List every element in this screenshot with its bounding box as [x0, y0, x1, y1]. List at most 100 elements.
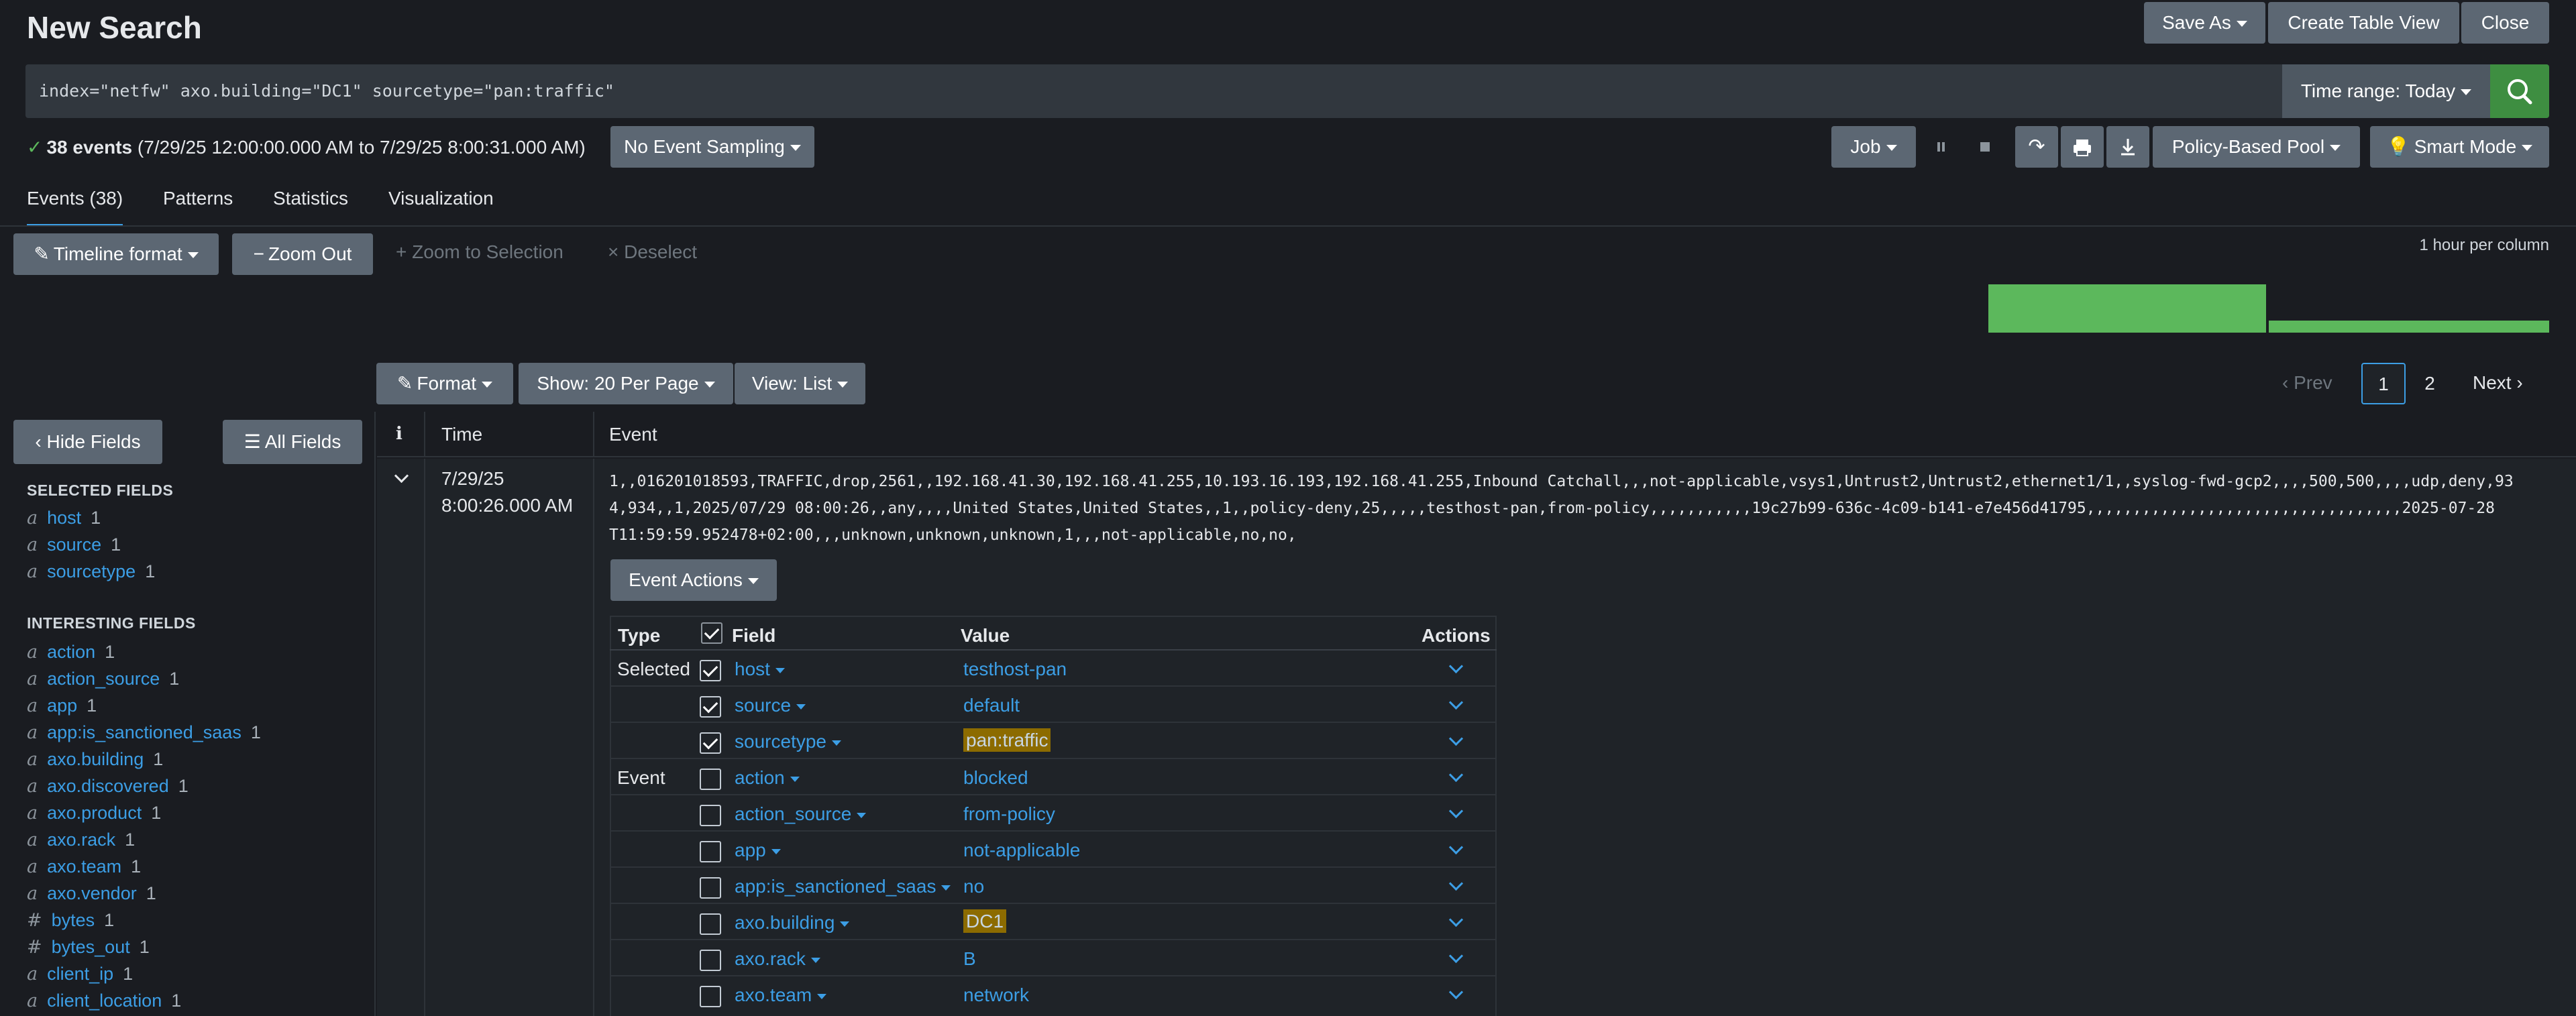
tab-patterns[interactable]: Patterns — [163, 188, 233, 209]
field-name[interactable]: source — [735, 695, 806, 716]
all-fields-button[interactable]: ☰ All Fields — [223, 420, 362, 464]
tabs-divider — [0, 225, 2576, 227]
timeline-format-button[interactable]: ✎ Timeline format — [13, 233, 219, 275]
time-column-header[interactable]: Time — [441, 424, 482, 445]
per-page-dropdown[interactable]: Show: 20 Per Page — [519, 363, 733, 404]
time-range-picker[interactable]: Time range: Today — [2282, 64, 2490, 118]
pause-icon[interactable] — [1925, 126, 1956, 168]
search-button[interactable] — [2490, 64, 2549, 118]
field-item[interactable]: # bytes 1 — [27, 907, 114, 934]
page-2-button[interactable]: 2 — [2415, 363, 2445, 404]
pencil-icon: ✎ — [396, 373, 413, 394]
field-value[interactable]: no — [963, 876, 984, 897]
field-name[interactable]: axo.building — [735, 912, 850, 934]
field-item[interactable]: a app:is_sanctioned_saas 1 — [27, 719, 261, 746]
field-item[interactable]: a action 1 — [27, 638, 115, 665]
field-name[interactable]: axo.team — [735, 984, 827, 1006]
field-name[interactable]: app — [735, 840, 781, 861]
tab-events[interactable]: Events (38) — [27, 188, 123, 227]
field-checkbox[interactable] — [700, 913, 721, 935]
field-item[interactable]: a sourcetype 1 — [27, 558, 155, 585]
field-item[interactable]: a host 1 — [27, 504, 101, 531]
check-icon: ✓ — [27, 137, 43, 158]
field-value[interactable]: DC1 — [963, 909, 1007, 933]
field-checkbox[interactable] — [700, 877, 721, 899]
stop-icon[interactable] — [1970, 126, 2000, 168]
field-checkbox[interactable] — [700, 660, 721, 681]
zoom-out-button[interactable]: − Zoom Out — [232, 233, 373, 275]
histogram-bar[interactable] — [2269, 321, 2549, 333]
field-checkbox[interactable] — [700, 732, 721, 754]
deselect-button[interactable]: × Deselect — [608, 241, 697, 263]
field-value[interactable]: default — [963, 695, 1020, 716]
next-page-button[interactable]: Next › — [2473, 372, 2523, 394]
field-item[interactable]: a axo.rack 1 — [27, 826, 135, 853]
timeline-histogram[interactable] — [1988, 275, 2551, 333]
zoom-to-selection-button[interactable]: + Zoom to Selection — [396, 241, 564, 263]
field-checkbox[interactable] — [700, 696, 721, 718]
field-group-label: Event — [617, 767, 665, 788]
print-button[interactable] — [2061, 126, 2104, 168]
field-name[interactable]: action_source — [735, 803, 867, 825]
field-checkbox[interactable] — [700, 841, 721, 862]
field-item[interactable]: a axo.discovered 1 — [27, 773, 189, 799]
field-name[interactable]: host — [735, 659, 785, 680]
event-actions-button[interactable]: Event Actions — [610, 559, 777, 601]
field-column-header: Field — [732, 625, 776, 646]
view-dropdown[interactable]: View: List — [735, 363, 865, 404]
tab-visualization[interactable]: Visualization — [388, 188, 494, 209]
event-time[interactable]: 8:00:26.000 AM — [441, 495, 573, 516]
field-checkbox[interactable] — [700, 769, 721, 790]
search-icon — [2508, 79, 2532, 105]
field-name[interactable]: action — [735, 767, 800, 789]
format-button[interactable]: ✎ Format — [376, 363, 513, 404]
save-as-button[interactable]: Save As — [2144, 2, 2265, 44]
event-sampling-dropdown[interactable]: No Event Sampling — [610, 126, 814, 168]
field-name[interactable]: app:is_sanctioned_saas — [735, 876, 951, 897]
field-value[interactable]: not-applicable — [963, 840, 1080, 861]
search-mode-dropdown[interactable]: 💡 Smart Mode — [2370, 126, 2549, 168]
field-value[interactable]: B — [963, 948, 976, 970]
value-column-header: Value — [961, 625, 1010, 646]
field-item[interactable]: a app 1 — [27, 692, 97, 719]
field-item[interactable]: a axo.team 1 — [27, 853, 141, 880]
field-value[interactable]: testhost-pan — [963, 659, 1067, 680]
close-button[interactable]: Close — [2461, 2, 2549, 44]
collapse-event-toggle[interactable] — [392, 468, 411, 487]
field-item[interactable]: a axo.product 1 — [27, 799, 161, 826]
share-button[interactable]: ↷ — [2015, 126, 2058, 168]
histogram-bar[interactable] — [1988, 284, 2266, 333]
fields-sidebar: ‹ Hide Fields ☰ All Fields SELECTED FIELD… — [0, 412, 376, 1016]
plus-icon: + — [396, 241, 413, 262]
execution-pool-dropdown[interactable]: Policy-Based Pool — [2153, 126, 2360, 168]
field-checkbox[interactable] — [700, 950, 721, 971]
select-all-checkbox[interactable] — [701, 622, 722, 644]
field-value[interactable]: from-policy — [963, 803, 1055, 825]
field-name[interactable]: sourcetype — [735, 731, 841, 752]
field-item[interactable]: a source 1 — [27, 531, 121, 558]
event-date[interactable]: 7/29/25 — [441, 468, 504, 490]
job-menu-button[interactable]: Job — [1831, 126, 1916, 168]
field-value[interactable]: network — [963, 984, 1029, 1006]
field-item[interactable]: a client_location 1 — [27, 987, 181, 1014]
field-item[interactable]: a client_ip 1 — [27, 960, 133, 987]
field-item[interactable]: # bytes_out 1 — [27, 934, 150, 960]
field-value[interactable]: pan:traffic — [963, 728, 1051, 752]
tab-statistics[interactable]: Statistics — [273, 188, 348, 209]
field-item[interactable]: a action_source 1 — [27, 665, 179, 692]
create-table-view-button[interactable]: Create Table View — [2268, 2, 2459, 44]
field-checkbox[interactable] — [700, 986, 721, 1007]
hide-fields-button[interactable]: ‹ Hide Fields — [13, 420, 162, 464]
event-column-header[interactable]: Event — [609, 424, 657, 445]
interesting-fields-heading: INTERESTING FIELDS — [27, 614, 196, 632]
field-value[interactable]: blocked — [963, 767, 1028, 789]
search-input[interactable]: index="netfw" axo.building="DC1" sourcet… — [39, 64, 2253, 118]
prev-page-button[interactable]: ‹ Prev — [2282, 372, 2332, 394]
field-checkbox[interactable] — [700, 805, 721, 826]
page-1-button[interactable]: 1 — [2361, 363, 2406, 404]
field-item[interactable]: a axo.vendor 1 — [27, 880, 156, 907]
field-item[interactable]: a axo.building 1 — [27, 746, 163, 773]
export-button[interactable] — [2106, 126, 2149, 168]
field-name[interactable]: axo.rack — [735, 948, 820, 970]
events-table-header: i Time Event — [377, 412, 2576, 457]
